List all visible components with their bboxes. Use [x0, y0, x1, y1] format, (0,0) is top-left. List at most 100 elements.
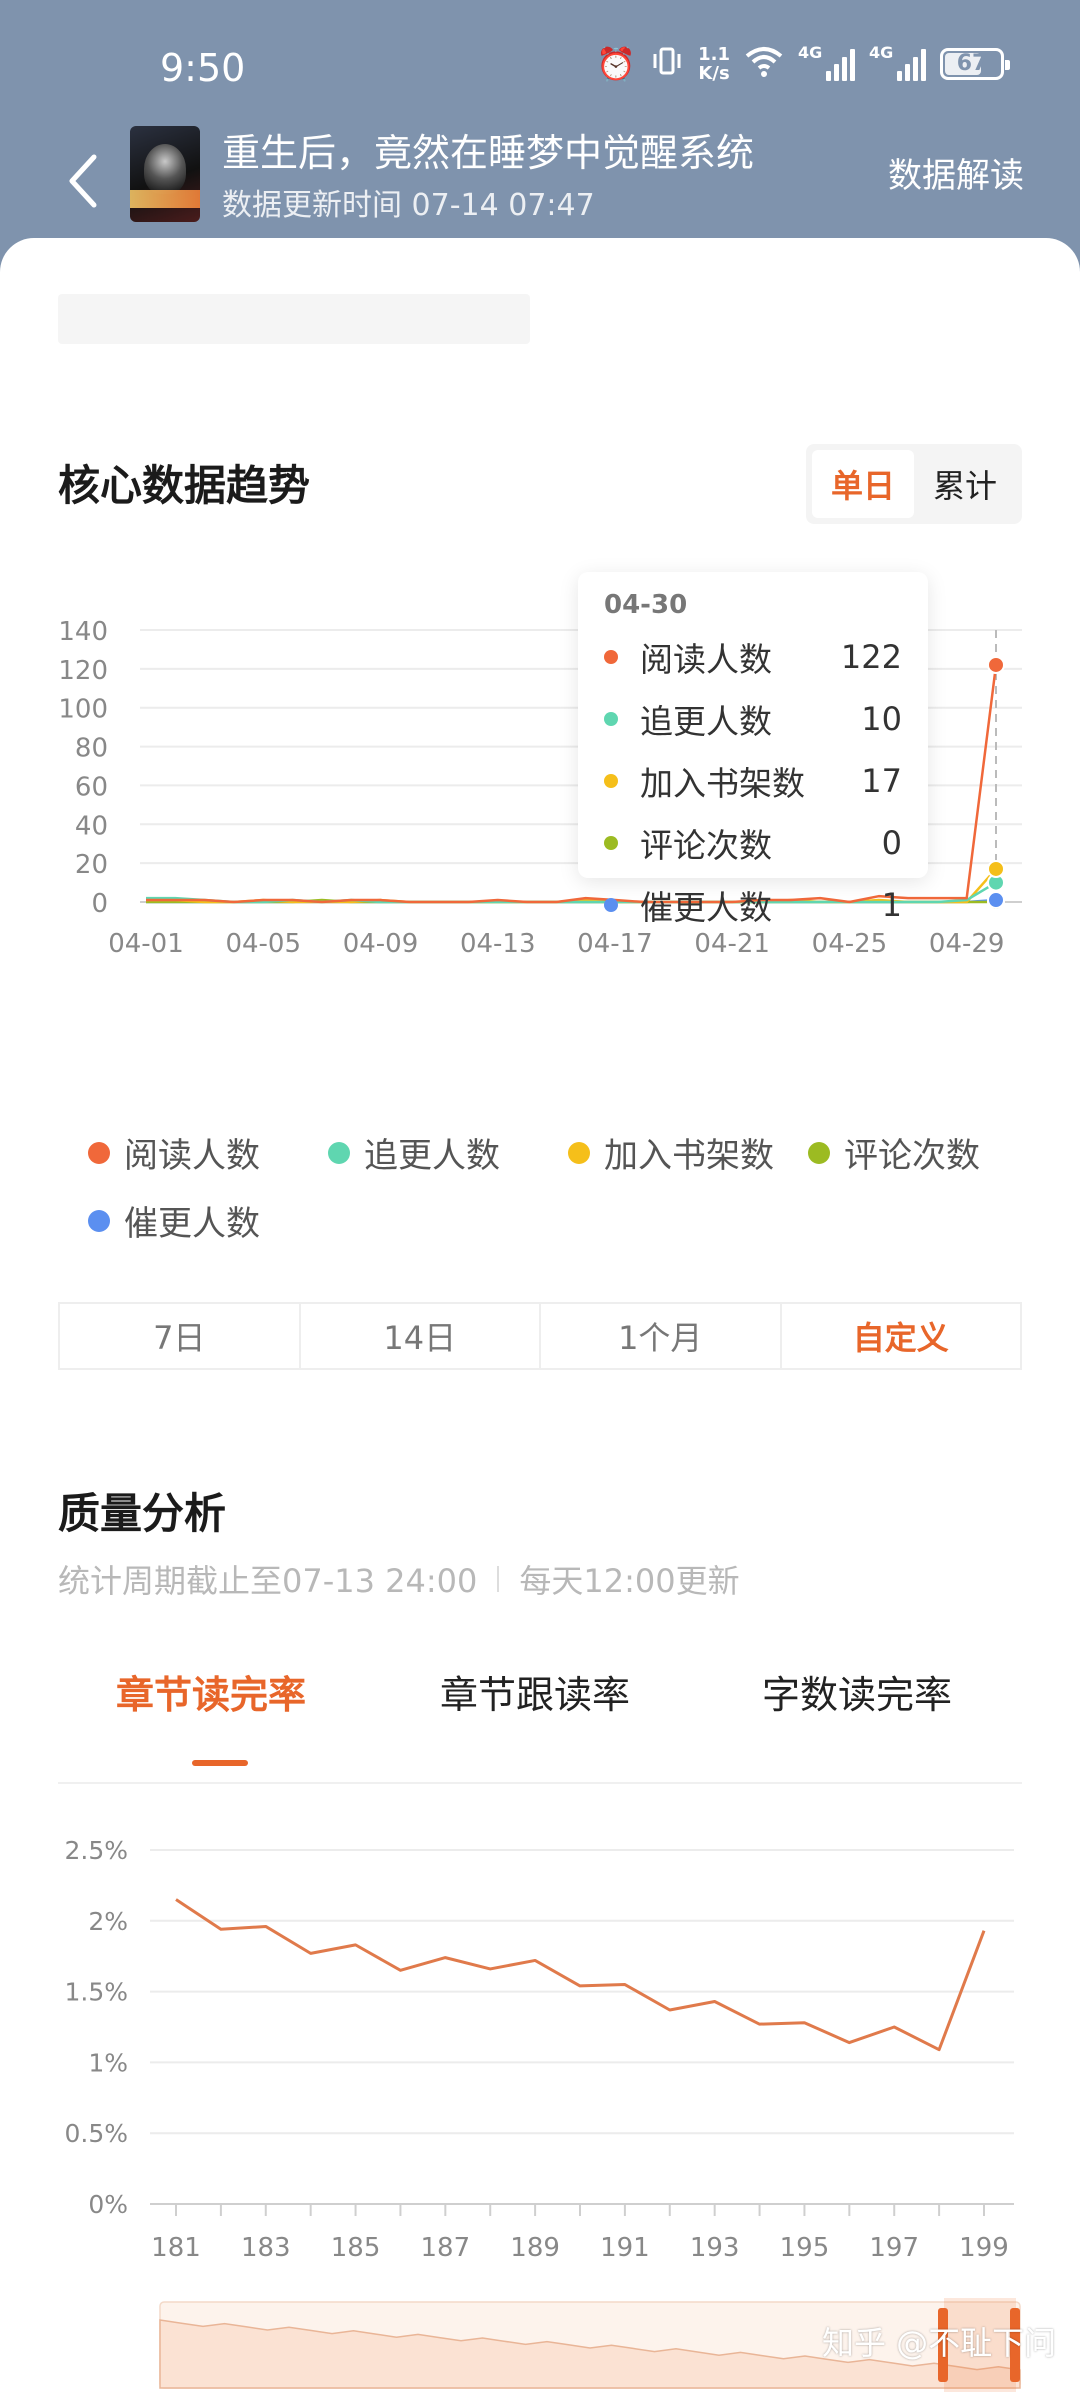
range-tab-14d[interactable]: 14日 — [301, 1304, 541, 1368]
quality-period-note: 统计周期截止至07-13 24:00 每天12:00更新 — [58, 1556, 740, 1602]
tooltip-row: 阅读人数 122 — [604, 626, 902, 688]
highlight-point — [987, 859, 1005, 878]
legend-dot — [808, 1141, 830, 1164]
toggle-daily[interactable]: 单日 — [812, 450, 914, 518]
watermark: 知乎 @不耻下问 — [822, 2324, 1057, 2362]
y-tick-label: 60 — [75, 772, 108, 802]
x-tick-label: 185 — [331, 2233, 381, 2263]
x-tick-label: 04-13 — [460, 929, 536, 959]
active-tab-indicator — [192, 1760, 248, 1766]
y-tick-label: 120 — [58, 656, 108, 686]
y-tick-label: 0.5% — [64, 2119, 128, 2148]
y-tick-label: 0% — [88, 2190, 128, 2219]
range-tabs: 7日 14日 1个月 自定义 — [58, 1302, 1022, 1370]
legend-item[interactable]: 阅读人数 — [88, 1128, 260, 1177]
completion-rate-line — [175, 1898, 986, 2052]
legend-item[interactable]: 评论次数 — [808, 1128, 980, 1177]
x-tick-label: 187 — [421, 2233, 471, 2263]
tooltip-value: 10 — [861, 700, 902, 738]
tooltip-dot — [604, 836, 618, 850]
range-tab-1m[interactable]: 1个月 — [541, 1304, 782, 1368]
y-tick-label: 140 — [58, 617, 108, 647]
quality-section-title: 质量分析 — [58, 1489, 227, 1538]
signal-type-2: 4G — [869, 42, 894, 62]
x-tick-label: 191 — [600, 2233, 650, 2263]
legend-item[interactable]: 加入书架数 — [568, 1128, 774, 1177]
tooltip-dot — [604, 712, 618, 726]
x-tick-label: 04-29 — [929, 929, 1005, 959]
tooltip-date: 04-30 — [604, 590, 688, 620]
y-tick-label: 1% — [88, 2048, 128, 2077]
book-cover[interactable] — [130, 126, 200, 222]
status-time: 9:50 — [160, 46, 246, 90]
alarm-icon: ⏰ — [596, 44, 637, 83]
legend-label: 催更人数 — [124, 1204, 260, 1244]
battery-icon: 67 — [940, 47, 1010, 80]
signal-type-1: 4G — [798, 42, 823, 62]
update-time: 数据更新时间 07-14 07:47 — [222, 188, 595, 223]
range-tab-7d[interactable]: 7日 — [60, 1304, 301, 1368]
tooltip-dot — [604, 898, 618, 912]
y-tick-label: 2% — [88, 1907, 128, 1936]
legend-item[interactable]: 催更人数 — [88, 1196, 260, 1245]
back-button[interactable] — [52, 146, 112, 216]
y-tick-label: 1.5% — [64, 1978, 128, 2007]
legend-label: 追更人数 — [364, 1136, 500, 1176]
tooltip-label: 阅读人数 — [640, 640, 772, 679]
toggle-cumulative[interactable]: 累计 — [914, 450, 1016, 518]
wifi-icon — [744, 44, 784, 83]
tooltip-row: 追更人数 10 — [604, 688, 902, 750]
tooltip-label: 追更人数 — [640, 702, 772, 741]
y-tick-label: 20 — [75, 850, 108, 880]
y-tick-label: 100 — [58, 695, 108, 725]
chevron-left-icon — [69, 154, 97, 208]
x-tick-label: 197 — [869, 2233, 919, 2263]
x-tick-label: 199 — [959, 2233, 1009, 2263]
tab-chapter-follow[interactable]: 章节跟读率 — [440, 1664, 630, 1719]
content-sheet: 核心数据趋势 单日 累计 0 20 40 60 80 100 120 140 04-01 04-0… — [0, 238, 1080, 2400]
tab-word-completion[interactable]: 字数读完率 — [762, 1664, 952, 1719]
tooltip-row: 评论次数 0 — [604, 812, 902, 874]
legend-dot — [568, 1141, 590, 1164]
y-tick-label: 0 — [91, 889, 108, 919]
app-header: 重生后，竟然在睡梦中觉醒系统 数据更新时间 07-14 07:47 数据解读 — [0, 120, 1080, 240]
battery-percent: 67 — [956, 51, 988, 76]
legend-label: 评论次数 — [844, 1136, 980, 1176]
x-tick-label: 04-09 — [343, 929, 419, 959]
legend-dot — [328, 1141, 350, 1164]
legend-label: 阅读人数 — [124, 1136, 260, 1176]
tooltip-label: 加入书架数 — [640, 764, 805, 803]
quality-chart[interactable]: 0% 0.5% 1% 1.5% 2% 2.5% 181 183 185 187 189 191 193 1… — [0, 1788, 1080, 2400]
tooltip-dot — [604, 774, 618, 788]
tooltip-label: 催更人数 — [640, 888, 772, 927]
network-speed-value: 1.1 — [698, 43, 730, 65]
daily-cumulative-toggle: 单日 累计 — [806, 444, 1022, 524]
loading-placeholder — [58, 294, 530, 344]
tooltip-value: 17 — [861, 762, 902, 800]
legend-dot — [88, 1209, 110, 1232]
network-speed-unit: K/s — [698, 62, 730, 84]
tooltip-row: 加入书架数 17 — [604, 750, 902, 812]
tab-chapter-completion[interactable]: 章节读完率 — [116, 1664, 306, 1719]
legend-item[interactable]: 追更人数 — [328, 1128, 500, 1177]
x-tick-label: 189 — [510, 2233, 560, 2263]
y-tick-label: 80 — [75, 734, 108, 764]
update-note-text: 每天12:00更新 — [519, 1562, 740, 1600]
y-tick-label: 40 — [75, 811, 108, 841]
legend-dot — [88, 1141, 110, 1164]
highlight-point — [987, 891, 1005, 910]
tooltip-label: 评论次数 — [640, 826, 772, 865]
signal-icon-1: 4G — [798, 43, 855, 81]
range-tab-custom[interactable]: 自定义 — [782, 1304, 1021, 1368]
period-note-text: 统计周期截止至07-13 24:00 — [58, 1562, 478, 1600]
tooltip-dot — [604, 650, 618, 664]
trend-section-title: 核心数据趋势 — [58, 461, 311, 510]
tooltip-row: 催更人数 1 — [604, 874, 902, 936]
highlight-point — [987, 655, 1005, 674]
data-interpret-button[interactable]: 数据解读 — [888, 148, 1024, 197]
x-tick-label: 181 — [151, 2233, 201, 2263]
x-tick-label: 04-01 — [108, 929, 184, 959]
network-speed: 1.1 K/s — [698, 45, 730, 83]
x-tick-label: 195 — [780, 2233, 830, 2263]
note-divider — [497, 1566, 500, 1592]
